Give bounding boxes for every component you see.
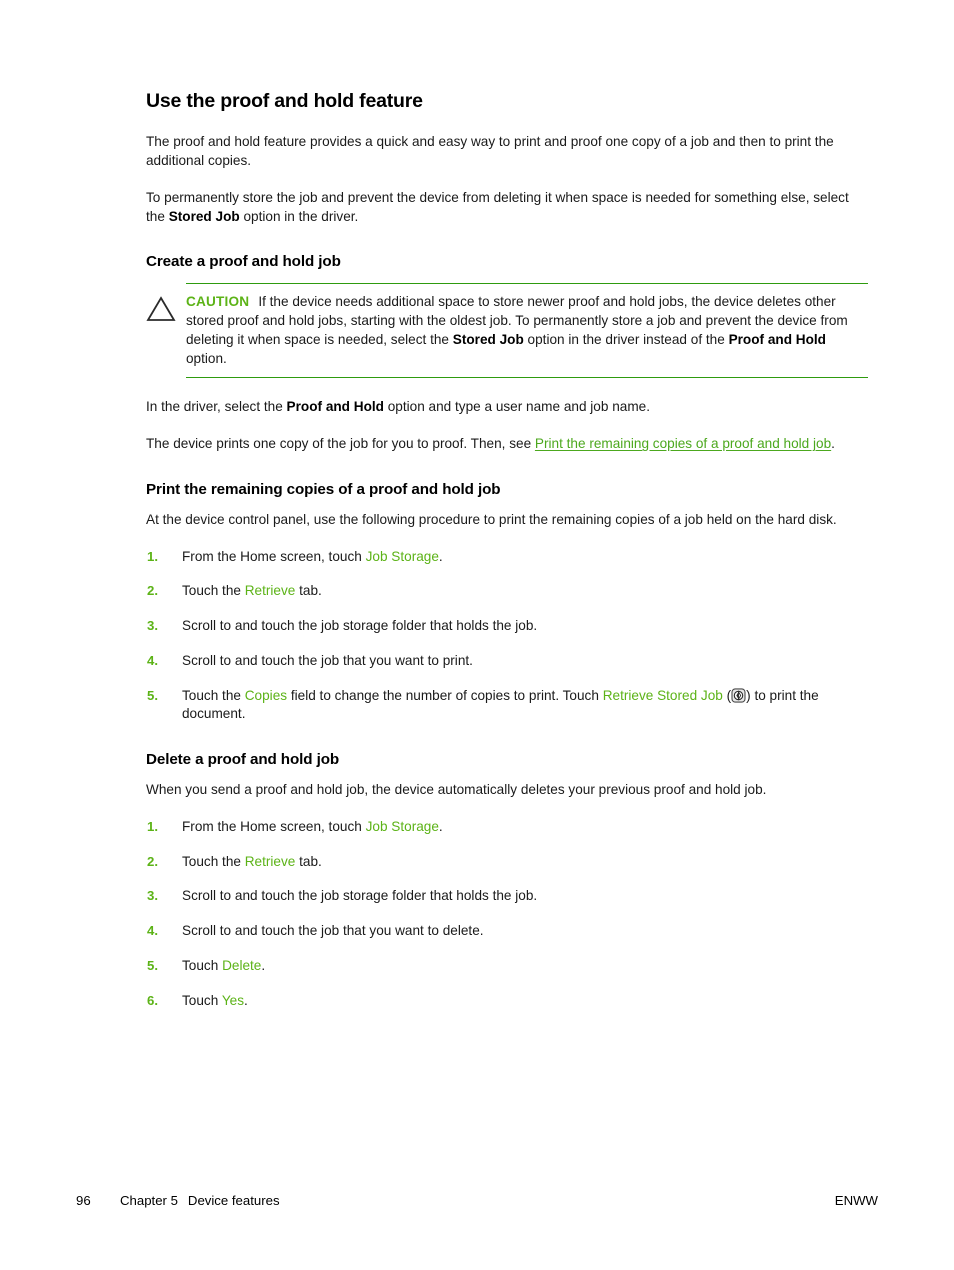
list-item: 6. Touch Yes. (146, 992, 868, 1011)
list-item: 2. Touch the Retrieve tab. (146, 582, 868, 601)
list-item: 3. Scroll to and touch the job storage fo… (146, 617, 868, 636)
step-text-before: Touch (182, 957, 223, 973)
paren-open: ( (722, 687, 732, 703)
list-item: 4. Scroll to and touch the job that you w… (146, 652, 868, 671)
delete-section-intro: When you send a proof and hold job, the … (146, 782, 767, 798)
document-page: Use the proof and hold feature The proof… (0, 0, 954, 1270)
step-number: 1. (147, 818, 158, 834)
step-number: 3. (147, 618, 158, 634)
section-heading-delete: Delete a proof and hold job (146, 751, 340, 769)
step-number: 6. (147, 992, 158, 1008)
step-text-before: Scroll to and touch the job storage fold… (182, 618, 538, 634)
driver-bold-term: Proof and Hold (286, 399, 384, 415)
step-text-after: tab. (295, 853, 322, 869)
ui-term: Retrieve (244, 853, 296, 869)
step-text-before: Touch the (182, 853, 245, 869)
list-item: 3. Scroll to and touch the job storage fo… (146, 887, 868, 906)
ui-term: Job Storage (365, 818, 439, 834)
step-text-before: Touch (182, 992, 222, 1008)
xref-print-remaining-copies[interactable]: Print the remaining copies of a proof an… (535, 436, 831, 451)
step-text-before: Touch the (182, 583, 245, 599)
footer-chapter-label: Chapter 5 (120, 1193, 178, 1208)
ui-term: Delete (222, 957, 262, 973)
list-item: 4. Scroll to and touch the job that you w… (146, 922, 868, 941)
driver-text-after: option and type a user name and job name… (383, 399, 650, 415)
section-heading-print: Print the remaining copies of a proof an… (146, 480, 501, 498)
list-item: 1. From the Home screen, touch Job Storag… (146, 818, 868, 837)
ui-term: Job Storage (365, 548, 439, 564)
paragraph-driver-select: In the driver, select the Proof and Hold… (146, 398, 868, 417)
step-text-after: . (244, 992, 248, 1008)
step-text-before: Touch the (182, 687, 245, 703)
print-section-intro: At the device control panel, use the fol… (146, 511, 837, 527)
step-number: 5. (147, 957, 158, 973)
step-text-mid: field to change the number of copies to … (287, 687, 603, 703)
step-text-after: . (438, 818, 443, 834)
caution-bold-1: Stored Job (452, 331, 524, 347)
caution-label: CAUTION (186, 294, 250, 310)
step-text-after: tab. (295, 583, 322, 599)
step-text-before: Scroll to and touch the job storage fold… (182, 888, 538, 904)
ui-term-copies: Copies (244, 687, 288, 703)
step-number: 4. (147, 923, 158, 939)
ui-term: Retrieve (244, 583, 296, 599)
intro-2-text-after: option in the driver. (239, 208, 359, 224)
caution-rule-bottom (186, 377, 868, 379)
paren-close: ) to (746, 687, 766, 703)
ui-term-retrieve-stored-job: Retrieve Stored Job (602, 687, 723, 703)
delete-steps-list: 1. From the Home screen, touch Job Storag… (146, 818, 868, 1011)
proof-text-before: The device prints one copy of the job fo… (146, 436, 535, 452)
start-button-icon (731, 687, 746, 703)
caution-text-3: option. (186, 350, 227, 366)
page-content: Use the proof and hold feature The proof… (146, 90, 868, 1016)
list-item: 1. From the Home screen, touch Job Storag… (146, 548, 868, 567)
footer-page-number: 96 (76, 1193, 91, 1208)
step-number: 4. (147, 652, 158, 668)
footer-chapter-title: Device features (187, 1193, 280, 1208)
footer-locale: ENWW (834, 1193, 878, 1208)
proof-text-after: . (831, 436, 835, 452)
caution-triangle-icon (146, 293, 186, 322)
footer-chapter: Chapter 5 Device features (120, 1193, 835, 1208)
step-text-after: . (438, 548, 443, 564)
step-number: 2. (147, 583, 158, 599)
page-footer: 96 Chapter 5 Device features ENWW (76, 1193, 878, 1208)
list-item: 2. Touch the Retrieve tab. (146, 853, 868, 872)
driver-text-before: In the driver, select the (146, 399, 287, 415)
page-title: Use the proof and hold feature (146, 90, 423, 112)
step-text-before: Scroll to and touch the job that you wan… (182, 923, 484, 939)
print-steps-list: 1. From the Home screen, touch Job Storag… (146, 548, 868, 725)
caution-text-2: option in the driver instead of the (523, 331, 729, 347)
paragraph-proof-copy: The device prints one copy of the job fo… (146, 435, 868, 454)
step-number: 1. (147, 548, 158, 564)
list-item: 5. Touch Delete. (146, 957, 868, 976)
caution-bold-2: Proof and Hold (728, 331, 826, 347)
section-heading-create: Create a proof and hold job (146, 253, 341, 271)
caution-text: CAUTION If the device needs additional sp… (186, 293, 868, 368)
step-text-before: From the Home screen, touch (182, 818, 366, 834)
caution-admonition: CAUTION If the device needs additional sp… (146, 283, 868, 379)
step-text-before: From the Home screen, touch (182, 548, 366, 564)
step-text-after: . (261, 957, 266, 973)
step-number: 3. (147, 888, 158, 904)
intro-2-bold-term: Stored Job (168, 208, 240, 224)
step-number: 2. (147, 853, 158, 869)
intro-paragraph-2: To permanently store the job and prevent… (146, 189, 868, 227)
step-number: 5. (147, 687, 158, 703)
intro-paragraph-1: The proof and hold feature provides a qu… (146, 134, 834, 169)
step-text-before: Scroll to and touch the job that you wan… (182, 652, 473, 668)
ui-term: Yes (221, 992, 244, 1008)
list-item: 5. Touch the Copies field to change the n… (146, 687, 868, 725)
